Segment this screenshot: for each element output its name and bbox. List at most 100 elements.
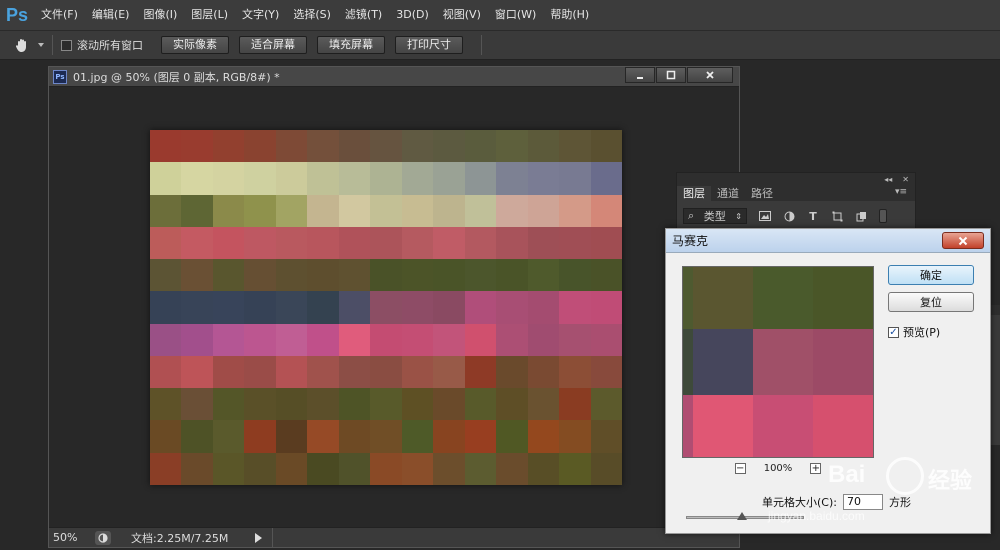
mosaic-cell [370, 323, 402, 356]
mosaic-cell [433, 226, 465, 260]
layer-filter-row: ⌕ 类型 ⇕ T [677, 201, 915, 231]
tab-paths[interactable]: 路径 [745, 186, 779, 201]
mosaic-cell [275, 291, 308, 324]
mosaic-cell [590, 291, 622, 324]
mosaic-cell [527, 259, 560, 292]
menu-item[interactable]: 图层(L) [184, 0, 235, 30]
divider [52, 35, 53, 55]
mosaic-image[interactable] [150, 130, 622, 485]
layers-panel: ◂◂ ✕ 图层 通道 路径 ▾≡ ⌕ 类型 ⇕ T [676, 172, 916, 232]
mosaic-cell [244, 194, 276, 227]
mosaic-cell [496, 452, 528, 485]
cell-size-row: 单元格大小(C): 70 方形 [762, 494, 911, 510]
menu-item[interactable]: 文字(Y) [235, 0, 286, 30]
mosaic-cell [401, 323, 434, 356]
filter-preview[interactable] [682, 266, 874, 458]
menu-item[interactable]: 视图(V) [436, 0, 488, 30]
hand-tool-icon[interactable] [12, 35, 32, 55]
mosaic-cell [181, 259, 213, 292]
menu-item[interactable]: 图像(I) [136, 0, 184, 30]
filter-toggle[interactable] [879, 209, 887, 223]
mosaic-cell [559, 291, 591, 324]
menu-item[interactable]: 帮助(H) [543, 0, 596, 30]
mosaic-cell [370, 194, 402, 227]
slider-thumb[interactable] [737, 512, 747, 520]
menu-item[interactable]: 滤镜(T) [338, 0, 389, 30]
tool-preset-dropdown-icon[interactable] [38, 43, 44, 47]
mosaic-cell [433, 162, 465, 195]
preview-checkbox[interactable]: ✓ [888, 326, 899, 338]
mosaic-cell [496, 162, 528, 195]
mosaic-cell [370, 420, 402, 453]
mosaic-cell [590, 323, 622, 356]
mosaic-cell [527, 388, 560, 421]
dialog-title-bar[interactable]: 马赛克 [666, 229, 990, 253]
mosaic-cell [433, 194, 465, 227]
cell-size-label: 单元格大小(C): [762, 496, 837, 509]
cell-size-input[interactable]: 70 [842, 494, 883, 510]
mosaic-cell [559, 452, 591, 485]
mosaic-cell [150, 259, 182, 292]
mosaic-cell [307, 130, 339, 163]
shape-filter-icon[interactable] [831, 210, 843, 222]
status-info-icon[interactable] [95, 530, 111, 545]
panel-menu-icon[interactable]: ▾≡ [895, 187, 907, 197]
canvas-area[interactable] [49, 87, 739, 527]
tab-channels[interactable]: 通道 [711, 186, 745, 201]
maximize-button[interactable] [656, 67, 686, 83]
mosaic-cell [464, 323, 497, 356]
menu-item[interactable]: 窗口(W) [488, 0, 543, 30]
mosaic-cell [559, 194, 591, 227]
menu-item[interactable]: 文件(F) [34, 0, 85, 30]
mosaic-cell [496, 355, 528, 389]
zoom-level[interactable]: 50% [49, 531, 95, 544]
collapse-panel-icon[interactable]: ◂◂ [884, 175, 892, 184]
preview-cell [683, 267, 693, 329]
menu-item[interactable]: 选择(S) [286, 0, 338, 30]
mosaic-cell [181, 162, 213, 195]
zoom-out-button[interactable]: − [734, 462, 746, 474]
mosaic-cell [559, 355, 591, 389]
mosaic-cell [496, 323, 528, 356]
tab-layers[interactable]: 图层 [677, 186, 711, 201]
image-filter-icon[interactable] [759, 210, 771, 222]
cell-size-unit: 方形 [888, 496, 911, 509]
type-filter-icon[interactable]: T [807, 210, 819, 223]
mosaic-cell [464, 259, 497, 292]
dialog-close-button[interactable] [942, 232, 984, 249]
preview-cell [753, 329, 813, 395]
mosaic-cell [464, 420, 497, 453]
mosaic-cell [212, 291, 245, 324]
close-window-button[interactable] [687, 67, 733, 83]
minimize-button[interactable] [625, 67, 655, 83]
mosaic-cell [338, 194, 371, 227]
ok-button[interactable]: 确定 [888, 265, 974, 285]
cell-size-slider[interactable] [686, 512, 804, 520]
mosaic-cell [307, 291, 339, 324]
mosaic-cell [275, 259, 308, 292]
fill-screen-button[interactable]: 填充屏幕 [317, 36, 385, 54]
print-size-button[interactable]: 打印尺寸 [395, 36, 463, 54]
smart-object-filter-icon[interactable] [855, 210, 867, 222]
mosaic-cell [275, 194, 308, 227]
mosaic-cell [401, 388, 434, 421]
preview-checkbox-row[interactable]: ✓ 预览(P) [888, 324, 940, 340]
mosaic-cell [527, 291, 560, 324]
zoom-in-button[interactable]: + [810, 462, 822, 474]
status-menu-arrow-icon[interactable] [255, 532, 262, 543]
mosaic-cell [338, 420, 371, 453]
filter-kind-select[interactable]: ⌕ 类型 ⇕ [683, 208, 747, 224]
reset-button[interactable]: 复位 [888, 292, 974, 312]
actual-pixels-button[interactable]: 实际像素 [161, 36, 229, 54]
mosaic-cell [212, 388, 245, 421]
adjustment-filter-icon[interactable] [783, 210, 795, 222]
mosaic-cell [590, 355, 622, 389]
mosaic-cell [590, 388, 622, 421]
mosaic-cell [401, 420, 434, 453]
fit-screen-button[interactable]: 适合屏幕 [239, 36, 307, 54]
scroll-all-windows-checkbox[interactable] [61, 39, 72, 51]
menu-item[interactable]: 3D(D) [389, 0, 436, 30]
document-title-bar[interactable]: Ps 01.jpg @ 50% (图层 0 副本, RGB/8#) * [49, 67, 739, 87]
menu-item[interactable]: 编辑(E) [85, 0, 137, 30]
close-panel-icon[interactable]: ✕ [902, 175, 909, 184]
